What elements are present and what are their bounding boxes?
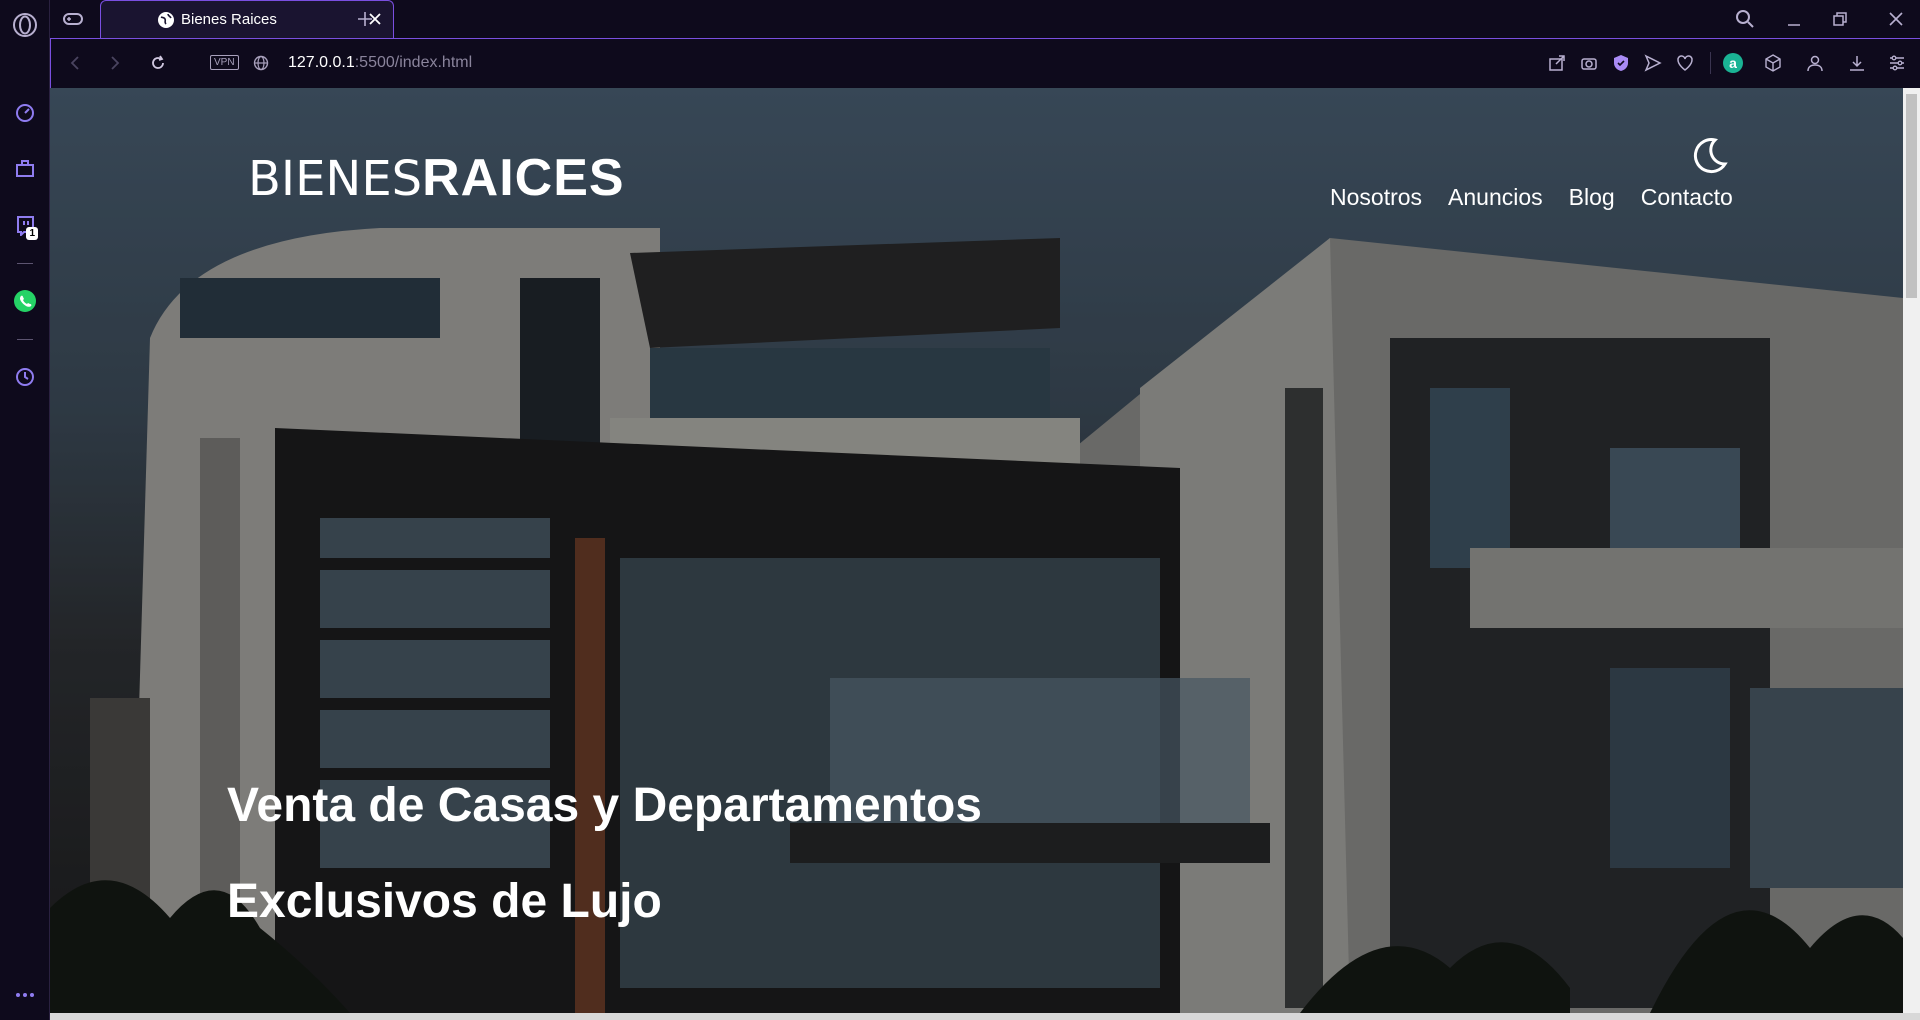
url-field[interactable]: 127.0.0.1:5500/index.html [288, 54, 472, 72]
easy-setup-icon[interactable] [1885, 51, 1909, 75]
url-path: :5500/index.html [354, 54, 473, 71]
page-bottom-edge [50, 1013, 1920, 1020]
heart-icon[interactable] [1673, 51, 1697, 75]
scrollbar-thumb[interactable] [1906, 94, 1917, 298]
nav-link-contacto[interactable]: Contacto [1641, 184, 1733, 211]
history-clock-icon[interactable] [10, 362, 40, 392]
send-icon[interactable] [1641, 51, 1665, 75]
restore-icon[interactable] [1820, 4, 1860, 34]
forward-icon[interactable] [101, 49, 129, 77]
site-logo[interactable]: BIENESRAICES [248, 148, 625, 208]
shield-icon[interactable] [1609, 51, 1633, 75]
share-icon[interactable] [1545, 51, 1569, 75]
address-bar: VPN 127.0.0.1:5500/index.html a [50, 38, 1920, 88]
hero-headline-2: Exclusivos de Lujo [227, 875, 662, 928]
browser-window: 1 Bienes Raices VPN 127.0.0.1:5500/index… [0, 0, 1920, 1020]
page-viewport: BIENESRAICES Nosotros Anuncios Blog Cont… [50, 88, 1903, 1013]
download-icon[interactable] [1845, 51, 1869, 75]
sidebar: 1 [0, 0, 50, 1020]
nav-link-anuncios[interactable]: Anuncios [1448, 184, 1543, 211]
divider [17, 339, 33, 340]
hero-headline-1: Venta de Casas y Departamentos [227, 779, 982, 832]
opera-menu-icon[interactable] [10, 10, 40, 40]
toolbar-divider [1710, 52, 1711, 74]
url-host: 127.0.0.1 [288, 54, 355, 71]
speed-dial-icon[interactable] [10, 98, 40, 128]
cube-icon[interactable] [1761, 51, 1785, 75]
site-info-globe-icon[interactable] [247, 49, 275, 77]
profile-icon[interactable] [1803, 51, 1827, 75]
tab-strip: Bienes Raices [50, 0, 1920, 38]
svg-text:a: a [1729, 55, 1737, 71]
vertical-scrollbar[interactable] [1903, 88, 1920, 1013]
twitch-icon[interactable]: 1 [10, 210, 40, 240]
more-options-icon[interactable] [10, 980, 40, 1010]
nav-link-nosotros[interactable]: Nosotros [1330, 184, 1422, 211]
notification-badge: 1 [26, 227, 38, 240]
aria-icon[interactable]: a [1721, 51, 1745, 75]
new-tab-icon[interactable] [350, 4, 380, 34]
globe-icon [157, 11, 175, 34]
close-window-icon[interactable] [1876, 4, 1916, 34]
tab-title: Bienes Raices [181, 11, 277, 28]
nav-link-blog[interactable]: Blog [1569, 184, 1615, 211]
camera-icon[interactable] [1577, 51, 1601, 75]
dark-mode-moon-icon[interactable] [1687, 134, 1729, 176]
briefcase-icon[interactable] [10, 154, 40, 184]
back-icon[interactable] [61, 49, 89, 77]
main-nav: Nosotros Anuncios Blog Contacto [1330, 184, 1733, 211]
minimize-icon[interactable] [1774, 4, 1814, 34]
logo-bold-text: RAICES [422, 149, 625, 207]
divider [17, 263, 33, 264]
vpn-badge[interactable]: VPN [210, 55, 239, 70]
logo-light-text: BIENES [248, 151, 423, 207]
whatsapp-icon[interactable] [10, 286, 40, 316]
gamepad-icon[interactable] [58, 4, 88, 34]
reload-icon[interactable] [144, 49, 172, 77]
search-icon[interactable] [1725, 4, 1765, 34]
